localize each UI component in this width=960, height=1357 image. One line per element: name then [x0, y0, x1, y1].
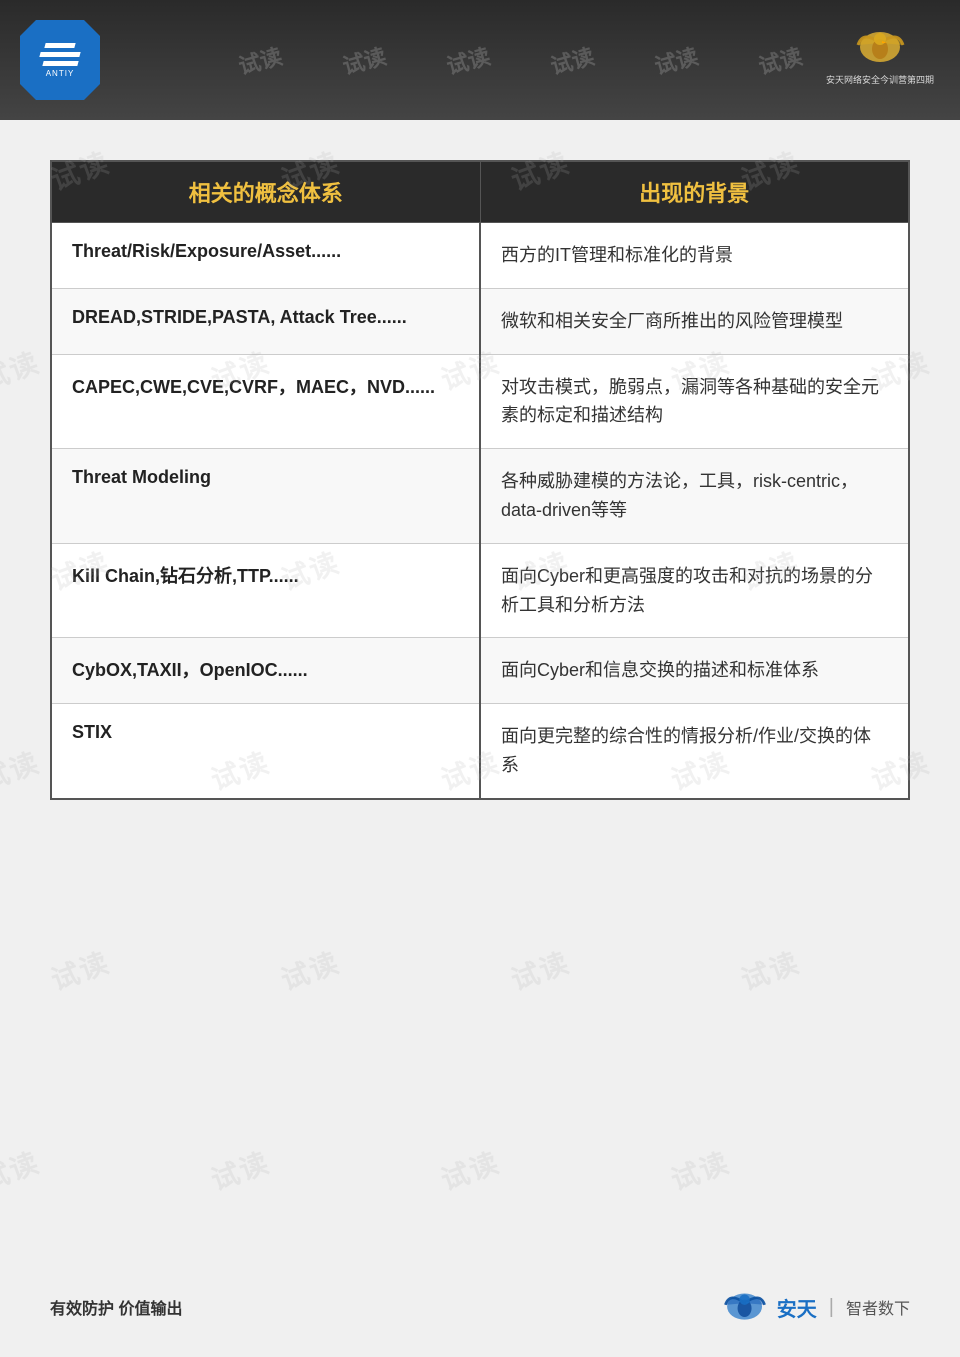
table-row: STIX面向更完整的综合性的情报分析/作业/交换的体系 [51, 704, 909, 799]
table-row: DREAD,STRIDE,PASTA, Attack Tree......微软和… [51, 288, 909, 354]
concept-table: 相关的概念体系 出现的背景 Threat/Risk/Exposure/Asset… [50, 160, 910, 800]
table-cell-concept: Threat/Risk/Exposure/Asset...... [51, 223, 480, 289]
table-row: Kill Chain,钻石分析,TTP......面向Cyber和更高强度的攻击… [51, 543, 909, 638]
table-cell-concept: Kill Chain,钻石分析,TTP...... [51, 543, 480, 638]
table-cell-background: 微软和相关安全厂商所推出的风险管理模型 [480, 288, 909, 354]
table-cell-concept: Threat Modeling [51, 449, 480, 544]
logo-label: ANTIY [46, 69, 75, 78]
table-cell-background: 西方的IT管理和标准化的背景 [480, 223, 909, 289]
table-cell-concept: STIX [51, 704, 480, 799]
table-header-row: 相关的概念体系 出现的背景 [51, 161, 909, 223]
table-cell-background: 面向Cyber和更高强度的攻击和对抗的场景的分析工具和分析方法 [480, 543, 909, 638]
table-row: CAPEC,CWE,CVE,CVRF，MAEC，NVD......对攻击模式，脆… [51, 354, 909, 449]
table-row: Threat Modeling各种威胁建模的方法论，工具，risk-centri… [51, 449, 909, 544]
header-watermarks: 试读 试读 试读 试读 试读 试读 [100, 44, 940, 76]
table-cell-background: 面向Cyber和信息交换的描述和标准体系 [480, 638, 909, 704]
footer-separator: | [829, 1296, 834, 1319]
table-cell-concept: CAPEC,CWE,CVE,CVRF，MAEC，NVD...... [51, 354, 480, 449]
table-cell-concept: DREAD,STRIDE,PASTA, Attack Tree...... [51, 288, 480, 354]
col1-header: 相关的概念体系 [51, 161, 480, 223]
table-cell-concept: CybOX,TAXII，OpenIOC...... [51, 638, 480, 704]
table-cell-background: 面向更完整的综合性的情报分析/作业/交换的体系 [480, 704, 909, 799]
footer-antiy-brand: 安天 [777, 1293, 817, 1322]
header-right-caption: 安天网络安全今训营第四期 [826, 73, 934, 86]
footer-slogan: 智者数下 [846, 1295, 910, 1319]
table-body: Threat/Risk/Exposure/Asset......西方的IT管理和… [51, 223, 909, 799]
logo-stripes [40, 43, 80, 66]
footer-tagline: 有效防护 价值输出 [50, 1295, 182, 1319]
table-row: Threat/Risk/Exposure/Asset......西方的IT管理和… [51, 223, 909, 289]
col2-header: 出现的背景 [480, 161, 909, 223]
footer-bird-icon [721, 1287, 769, 1327]
footer: 有效防护 价值输出 安天 | 智者数下 [0, 1287, 960, 1327]
table-cell-background: 各种威胁建模的方法论，工具，risk-centric，data-driven等等 [480, 449, 909, 544]
header-right-logo: 安天网络安全今训营第四期 [820, 15, 940, 95]
main-content: 相关的概念体系 出现的背景 Threat/Risk/Exposure/Asset… [0, 120, 960, 840]
header: ANTIY 试读 试读 试读 试读 试读 试读 [0, 0, 960, 120]
table-cell-background: 对攻击模式，脆弱点，漏洞等各种基础的安全元素的标定和描述结构 [480, 354, 909, 449]
footer-brand: 安天 | 智者数下 [721, 1287, 910, 1327]
antiy-logo: ANTIY [20, 20, 100, 100]
header-bird-icon [853, 25, 908, 70]
table-row: CybOX,TAXII，OpenIOC......面向Cyber和信息交换的描述… [51, 638, 909, 704]
footer-logo-group: 安天 | 智者数下 [721, 1287, 910, 1327]
